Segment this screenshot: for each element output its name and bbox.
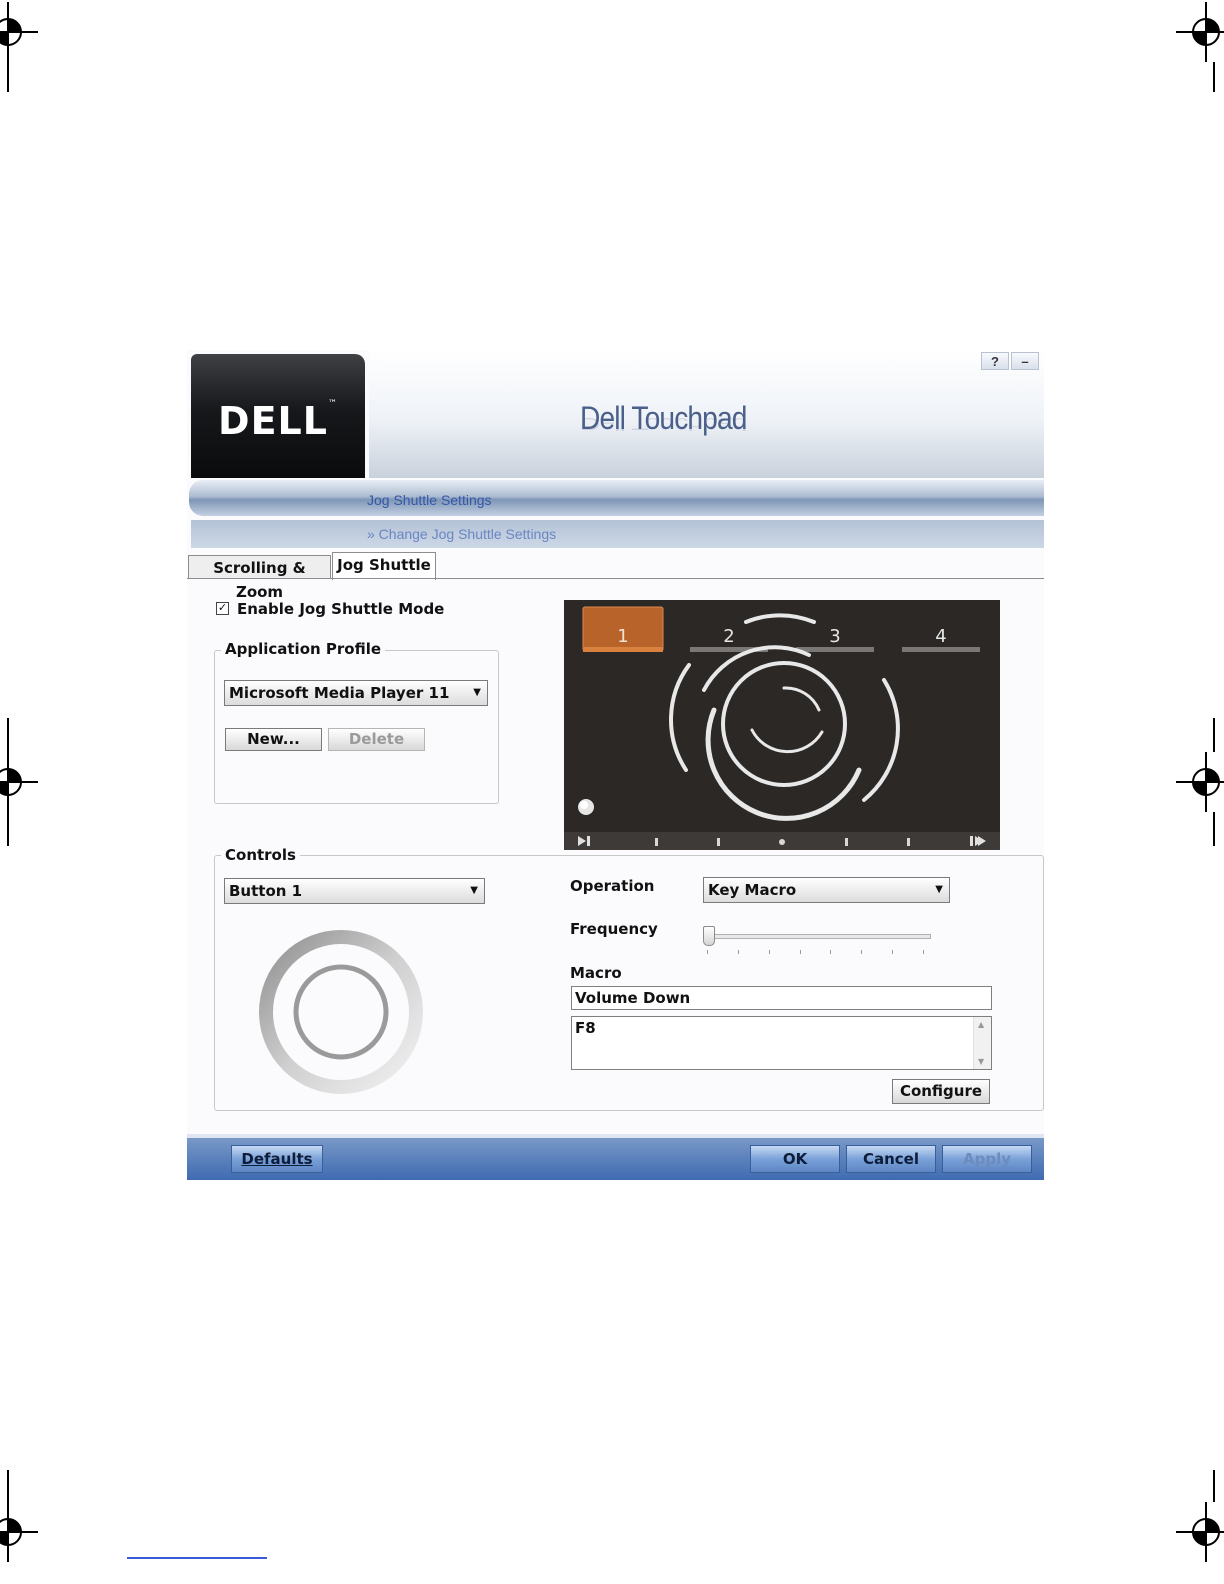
control-ring-graphic (259, 930, 423, 1094)
crop-line (1213, 62, 1215, 92)
frequency-slider-thumb[interactable] (703, 926, 715, 946)
application-profile-label: Application Profile (221, 640, 386, 658)
chevron-down-icon: ▼ (935, 884, 943, 895)
crop-line (7, 718, 9, 752)
controls-label: Controls (221, 846, 300, 864)
footer-bar: Defaults OK Cancel Apply (187, 1134, 1044, 1180)
app-title-reflection: Dell Touchpad (580, 414, 747, 434)
crop-line (7, 62, 9, 92)
new-profile-button[interactable]: New... (225, 728, 322, 751)
tab-jog-shuttle[interactable]: Jog Shuttle (332, 552, 436, 580)
crop-line (1213, 812, 1215, 846)
crop-line (7, 1470, 9, 1502)
crop-line (7, 812, 9, 846)
zone-1-label: 1 (617, 626, 628, 647)
section-title: Jog Shuttle Settings (367, 492, 492, 508)
frequency-slider-track (707, 934, 931, 939)
ok-button[interactable]: OK (750, 1145, 840, 1173)
dell-logo: DELL™ (218, 399, 338, 443)
jog-rings (669, 613, 900, 821)
zone-3-label: 3 (829, 626, 840, 647)
zone-4-underline (902, 647, 980, 652)
defaults-button[interactable]: Defaults (231, 1145, 323, 1173)
zone-1-underline (583, 647, 663, 652)
crop-line (1213, 1470, 1215, 1502)
registration-mark-top-left (0, 2, 38, 62)
operation-select[interactable]: Key Macro ▼ (703, 877, 950, 903)
jog-shuttle-graphic: 1 2 3 4 (564, 606, 1000, 850)
crop-line (1213, 718, 1215, 752)
macro-label: Macro (570, 964, 622, 982)
registration-mark-top-right (1176, 2, 1224, 62)
section-subtitle-bar: » Change Jog Shuttle Settings (191, 520, 1044, 548)
registration-mark-bottom-right (1176, 1502, 1224, 1562)
delete-profile-button[interactable]: Delete (328, 728, 425, 751)
chevron-down-icon: ▼ (473, 687, 481, 698)
macro-name-input[interactable]: Volume Down (571, 986, 992, 1010)
zone-3-underline (796, 647, 874, 652)
tab-divider (187, 578, 1044, 579)
zone-4-label: 4 (935, 626, 946, 647)
operation-label: Operation (570, 877, 655, 895)
apply-button[interactable]: Apply (942, 1145, 1032, 1173)
dell-logo-panel: DELL™ (191, 354, 365, 478)
registration-mark-middle-left (0, 752, 38, 812)
application-profile-select[interactable]: Microsoft Media Player 11 ▼ (224, 680, 488, 706)
application-profile-group (214, 650, 499, 804)
cancel-button[interactable]: Cancel (846, 1145, 936, 1173)
registration-mark-middle-right (1176, 752, 1224, 812)
tab-scrolling-zoom[interactable]: Scrolling & Zoom (188, 555, 331, 601)
zone-2-label: 2 (723, 626, 734, 647)
section-title-bar: Jog Shuttle Settings (189, 480, 1044, 516)
minimize-button[interactable]: – (1011, 352, 1039, 370)
help-button[interactable]: ? (981, 352, 1009, 370)
application-profile-value: Microsoft Media Player 11 (229, 684, 450, 702)
registration-mark-bottom-left (0, 1502, 38, 1562)
frequency-label: Frequency (570, 920, 658, 938)
defaults-label: Defaults (241, 1150, 313, 1168)
frequency-ticks (707, 950, 924, 954)
scroll-down-icon[interactable]: ▼ (978, 1057, 984, 1066)
chevron-down-icon: ▼ (470, 885, 478, 896)
jog-shuttle-preview: 1 2 3 4 (564, 600, 1000, 850)
operation-value: Key Macro (708, 881, 797, 899)
scroll-up-icon[interactable]: ▲ (978, 1020, 984, 1029)
macro-keys-textarea[interactable]: F8 ▲ ▼ (571, 1016, 992, 1070)
macro-keys-value: F8 (575, 1019, 596, 1037)
macro-keys-scrollbar[interactable]: ▲ ▼ (973, 1017, 991, 1069)
control-button-value: Button 1 (229, 882, 303, 900)
frequency-slider[interactable] (703, 924, 931, 958)
enable-jog-shuttle-checkbox[interactable]: ✓ (216, 602, 229, 615)
dell-touchpad-window: DELL™ Dell Touchpad Dell Touchpad ? – Jo… (187, 350, 1044, 1180)
enable-jog-shuttle-label: Enable Jog Shuttle Mode (237, 600, 445, 618)
configure-button[interactable]: Configure (892, 1079, 990, 1104)
section-subtitle[interactable]: » Change Jog Shuttle Settings (367, 526, 556, 542)
footer-rule (127, 1557, 267, 1559)
control-button-select[interactable]: Button 1 ▼ (224, 878, 485, 904)
